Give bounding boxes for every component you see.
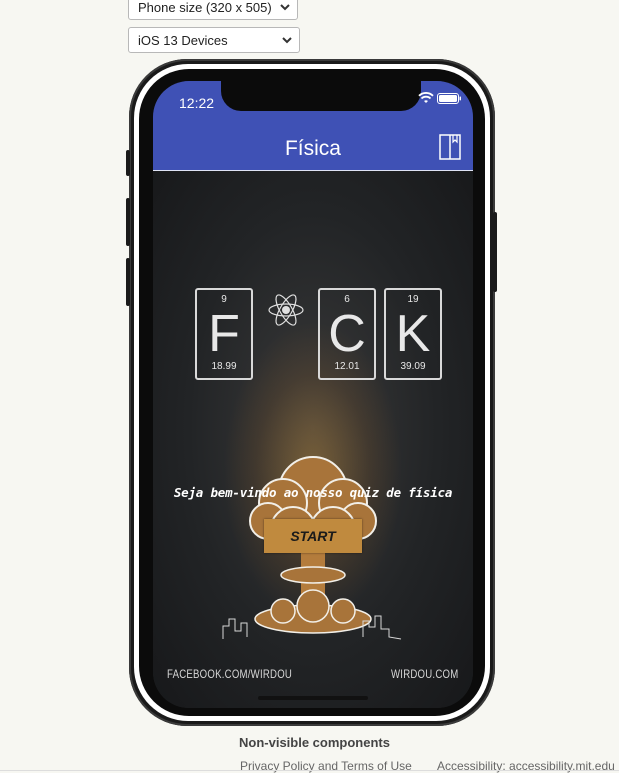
phone-power-button: [493, 212, 497, 292]
phone-side-button: [126, 258, 130, 306]
start-button[interactable]: START: [264, 519, 362, 553]
element-tile-c: 6 C 12.01: [318, 288, 376, 380]
app-bar: Física: [153, 125, 473, 171]
app-title: Física: [284, 137, 341, 160]
chevron-down-icon: [280, 4, 290, 11]
element-tile-f: 9 F 18.99: [195, 288, 253, 380]
facebook-link: FACEBOOK.COM/WIRDOU: [167, 667, 293, 681]
non-visible-components-heading: Non-visible components: [239, 735, 390, 750]
phone-screen: 12:22 Física 9 F 18.99 6 C 12.01 19 K 39…: [153, 81, 473, 708]
element-tile-k: 19 K 39.09: [384, 288, 442, 380]
phone-size-value: Phone size (320 x 505): [138, 0, 272, 15]
atom-icon: [268, 294, 304, 326]
book-icon[interactable]: [439, 134, 461, 160]
element-symbol: F: [208, 305, 240, 363]
chevron-down-icon: [282, 37, 292, 44]
welcome-message: Seja bem-vindo ao nosso quiz de física: [173, 485, 453, 500]
wifi-icon: [418, 92, 434, 103]
element-mass: 12.01: [334, 361, 360, 372]
os-devices-select[interactable]: iOS 13 Devices: [128, 27, 300, 53]
phone-size-select[interactable]: Phone size (320 x 505): [128, 0, 298, 20]
battery-icon: [437, 93, 461, 104]
status-time: 12:22: [179, 95, 215, 111]
mushroom-cloud-illustration: [222, 456, 402, 640]
home-indicator: [258, 696, 368, 700]
status-bar: 12:22: [153, 81, 473, 125]
element-symbol: C: [328, 305, 366, 363]
phone-notch: [221, 81, 421, 111]
website-link: WIRDOU.COM: [391, 667, 459, 681]
main-content: 9 F 18.99 6 C 12.01 19 K 39.09 Seja bem-…: [153, 171, 473, 708]
element-mass: 18.99: [211, 361, 237, 372]
element-symbol: K: [395, 305, 431, 363]
element-mass: 39.09: [400, 361, 426, 372]
phone-side-button: [126, 198, 130, 246]
phone-side-button: [126, 150, 130, 176]
os-devices-value: iOS 13 Devices: [138, 32, 228, 48]
